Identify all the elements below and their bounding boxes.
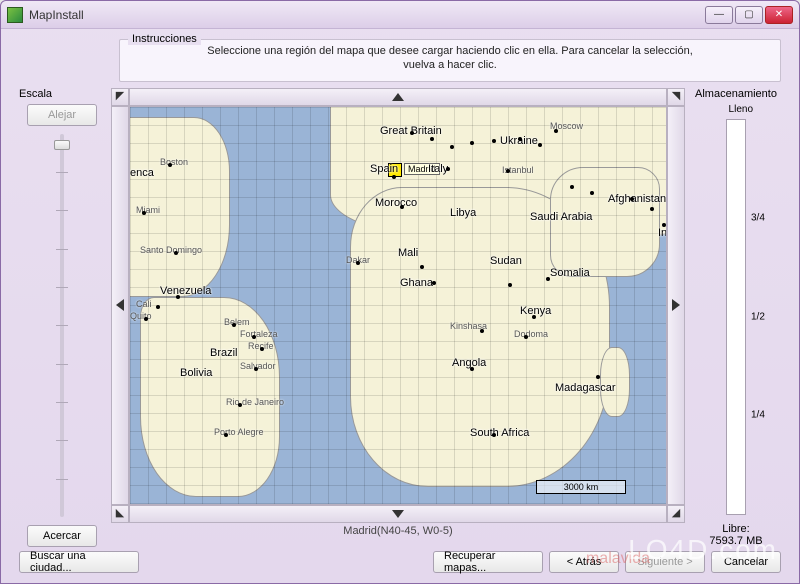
arrow-left-icon — [116, 299, 124, 311]
country-label: Madagascar — [555, 382, 616, 394]
scroll-corner-br[interactable]: ◢ — [667, 505, 685, 523]
instructions-box: Instrucciones Seleccione una región del … — [119, 39, 781, 82]
storage-free: Libre: 7593.7 MB — [709, 523, 762, 547]
minimize-button[interactable]: — — [705, 6, 733, 24]
scroll-up-button[interactable] — [129, 88, 667, 106]
storage-gauge: 3/4 1/2 1/4 — [726, 119, 746, 515]
gauge-tick: 1/2 — [751, 311, 765, 322]
scroll-right-button[interactable] — [667, 106, 685, 505]
next-button[interactable]: Siguiente > — [625, 551, 705, 573]
scroll-corner-bl[interactable]: ◣ — [111, 505, 129, 523]
country-label: Ind — [658, 227, 667, 239]
country-label: Saudi Arabia — [530, 211, 592, 223]
arrow-sw-icon: ◣ — [116, 510, 124, 518]
selected-coords: Madrid(N40-45, W0-5) — [111, 525, 685, 537]
instructions-legend: Instrucciones — [128, 33, 201, 45]
zoom-in-button[interactable]: Acercar — [27, 525, 97, 547]
scroll-corner-tl[interactable]: ◤ — [111, 88, 129, 106]
scale-label: Escala — [19, 88, 52, 100]
city-label: Fortaleza — [240, 329, 278, 339]
slider-thumb[interactable] — [54, 140, 70, 150]
footer: Buscar una ciudad... Recuperar mapas... … — [19, 547, 781, 573]
free-label: Libre: — [722, 523, 750, 535]
app-window: MapInstall — ▢ ✕ Instrucciones Seleccion… — [0, 0, 800, 584]
scale-bar: 3000 km — [536, 480, 626, 494]
free-value: 7593.7 MB — [709, 535, 762, 547]
map-viewport[interactable]: Madrid Great Britain Ukraine Spain Italy… — [129, 106, 667, 505]
map-area: ◤ ◥ — [111, 88, 685, 547]
storage-panel: Almacenamiento Lleno 3/4 1/2 1/4 Libre: … — [691, 88, 781, 547]
country-label: Angola — [452, 357, 486, 369]
city-label: Rio de Janeiro — [226, 397, 284, 407]
gauge-tick: 3/4 — [751, 213, 765, 224]
city-label: Dodoma — [514, 329, 548, 339]
titlebar[interactable]: MapInstall — ▢ ✕ — [1, 1, 799, 29]
country-label: Kenya — [520, 305, 551, 317]
city-label: Miami — [136, 205, 160, 215]
country-label: South Africa — [470, 427, 529, 439]
arrow-ne-icon: ◥ — [672, 93, 680, 101]
zoom-out-button[interactable]: Alejar — [27, 104, 97, 126]
arrow-nw-icon: ◤ — [116, 93, 124, 101]
app-icon — [7, 7, 23, 23]
scroll-down-button[interactable] — [129, 505, 667, 523]
scale-slider[interactable] — [60, 134, 64, 517]
country-label: enca — [130, 167, 154, 179]
country-label: Libya — [450, 207, 476, 219]
country-label: Spain — [370, 163, 398, 175]
scroll-left-button[interactable] — [111, 106, 129, 505]
arrow-right-icon — [672, 299, 680, 311]
gauge-tick: 1/4 — [751, 410, 765, 421]
arrow-se-icon: ◢ — [672, 510, 680, 518]
scale-panel: Escala Alejar Acercar — [19, 88, 105, 547]
country-label: Venezuela — [160, 285, 211, 297]
city-label: Cali — [136, 299, 152, 309]
storage-full-label: Lleno — [729, 104, 753, 115]
country-label: Afghanistan — [608, 193, 666, 205]
country-label: Mali — [398, 247, 418, 259]
recover-maps-button[interactable]: Recuperar mapas... — [433, 551, 543, 573]
maximize-button[interactable]: ▢ — [735, 6, 763, 24]
country-label: Ghana — [400, 277, 433, 289]
city-label: Quito — [130, 311, 152, 321]
scroll-corner-tr[interactable]: ◥ — [667, 88, 685, 106]
country-label: Morocco — [375, 197, 417, 209]
back-button[interactable]: < Atrás — [549, 551, 619, 573]
arrow-up-icon — [392, 93, 404, 101]
city-label: Belem — [224, 317, 250, 327]
storage-label: Almacenamiento — [695, 88, 777, 100]
close-button[interactable]: ✕ — [765, 6, 793, 24]
arrow-down-icon — [392, 510, 404, 518]
city-label: Boston — [160, 157, 188, 167]
city-label: Santo Domingo — [140, 245, 202, 255]
cancel-button[interactable]: Cancelar — [711, 551, 781, 573]
country-label: Sudan — [490, 255, 522, 267]
instructions-text: Seleccione una región del mapa que desee… — [128, 44, 772, 73]
search-city-button[interactable]: Buscar una ciudad... — [19, 551, 139, 573]
city-label: Porto Alegre — [214, 427, 264, 437]
country-label: Bolivia — [180, 367, 212, 379]
window-title: MapInstall — [29, 8, 705, 22]
country-label: Brazil — [210, 347, 238, 359]
country-label: Somalia — [550, 267, 590, 279]
